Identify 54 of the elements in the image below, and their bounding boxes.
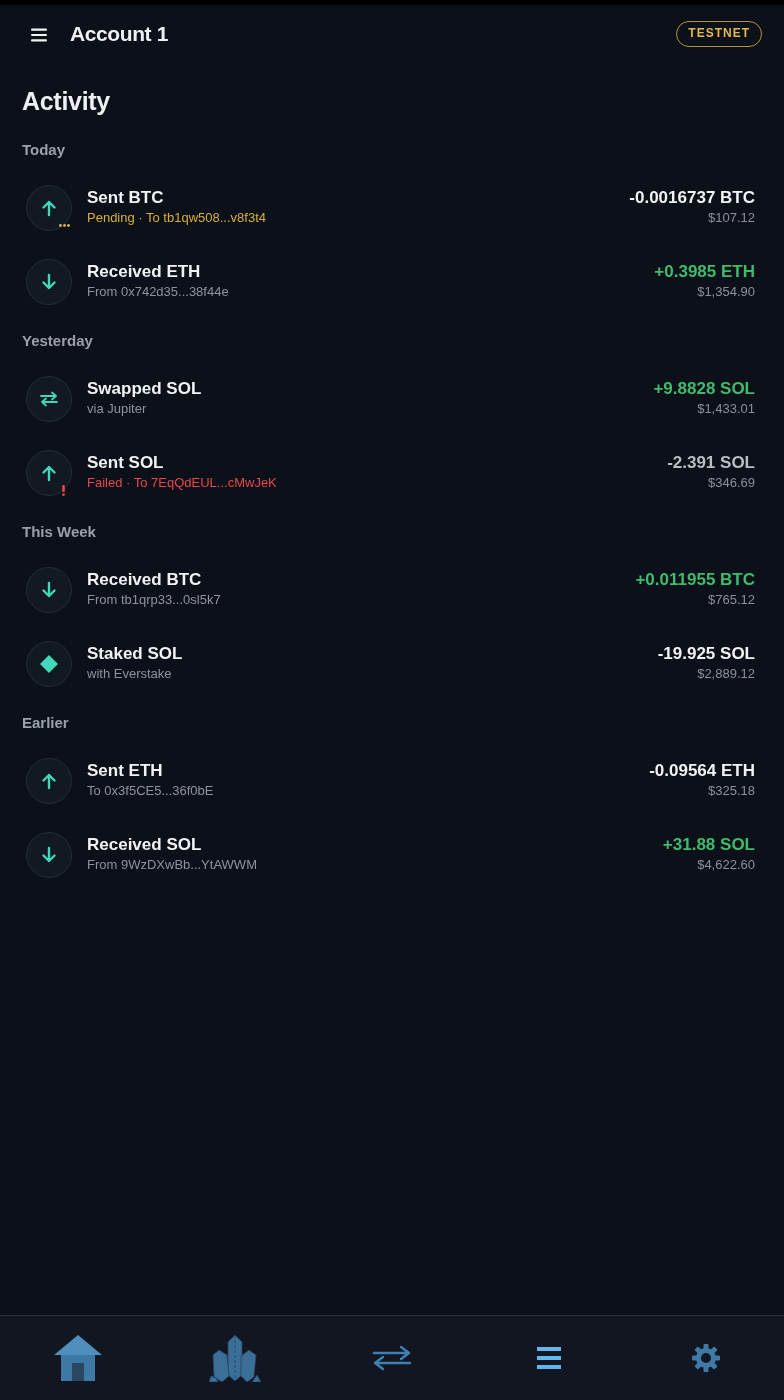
menu-icon: [31, 27, 47, 42]
settings-icon: [691, 1344, 720, 1372]
fiat-amount: $1,433.01: [697, 399, 755, 418]
page-title: Activity: [22, 86, 111, 116]
list-icon: [536, 1347, 561, 1369]
fiat-amount: $4,622.60: [697, 855, 755, 874]
section-heading: Earlier: [22, 713, 70, 733]
transaction-detail: From 0x742d35...38f44e: [87, 282, 230, 301]
arrow-up-icon: [26, 185, 72, 231]
alert-icon: [62, 485, 65, 496]
swap-arrows-icon: [372, 1345, 412, 1371]
transaction-title: Swapped SOL: [87, 377, 203, 400]
arrow-up-icon: [26, 450, 72, 496]
crypto-amount: +31.88 SOL: [662, 833, 755, 856]
transaction-detail: From tb1qrp33...0sl5k7: [87, 590, 222, 609]
fiat-amount: $765.12: [708, 590, 755, 609]
crypto-amount: +9.8828 SOL: [653, 377, 755, 400]
transaction-title: Received BTC: [87, 568, 203, 591]
fiat-amount: $325.18: [708, 781, 755, 800]
fiat-amount: $1,354.90: [697, 282, 755, 301]
fiat-amount: $107.12: [708, 208, 755, 227]
menu-button[interactable]: [31, 27, 47, 42]
transaction-detail: From 9WzDXwBb...YtAWWM: [87, 855, 258, 874]
section-heading: Today: [22, 140, 67, 160]
crypto-amount: -19.925 SOL: [657, 642, 755, 665]
transaction-title: Sent ETH: [87, 759, 164, 782]
home-icon: [54, 1335, 103, 1381]
crystals-icon: [209, 1334, 262, 1382]
transaction-detail: To 0x3f5CE5...36f0bE: [87, 781, 215, 800]
account-name[interactable]: Account 1: [70, 21, 168, 47]
transaction-title: Received SOL: [87, 833, 203, 856]
transaction-title: Sent SOL: [87, 451, 165, 474]
crypto-amount: -0.09564 ETH: [649, 759, 755, 782]
arrow-down-icon: [26, 259, 72, 305]
transaction-title: Received ETH: [87, 260, 202, 283]
arrow-down-icon: [26, 567, 72, 613]
transaction-detail: Failed · To 7EqQdEUL...cMwJeK: [87, 473, 278, 492]
transaction-title: Sent BTC: [87, 186, 165, 209]
fiat-amount: $2,889.12: [697, 664, 755, 683]
transaction-detail: with Everstake: [87, 664, 173, 683]
transaction-detail: Pending · To tb1qw508...v8f3t4: [87, 208, 267, 227]
arrow-down-icon: [26, 832, 72, 878]
fiat-amount: $346.69: [708, 473, 755, 492]
section-heading: This Week: [22, 522, 97, 542]
pending-dots-icon: [59, 224, 70, 227]
arrow-up-icon: [26, 758, 72, 804]
crypto-amount: +0.3985 ETH: [654, 260, 755, 283]
transaction-title: Staked SOL: [87, 642, 184, 665]
crypto-amount: +0.011955 BTC: [635, 568, 755, 591]
transaction-detail: via Jupiter: [87, 399, 148, 418]
crypto-amount: -2.391 SOL: [667, 451, 755, 474]
crypto-amount: -0.0016737 BTC: [629, 186, 755, 209]
section-heading: Yesterday: [22, 331, 94, 351]
swap-arrows-icon: [26, 376, 72, 422]
